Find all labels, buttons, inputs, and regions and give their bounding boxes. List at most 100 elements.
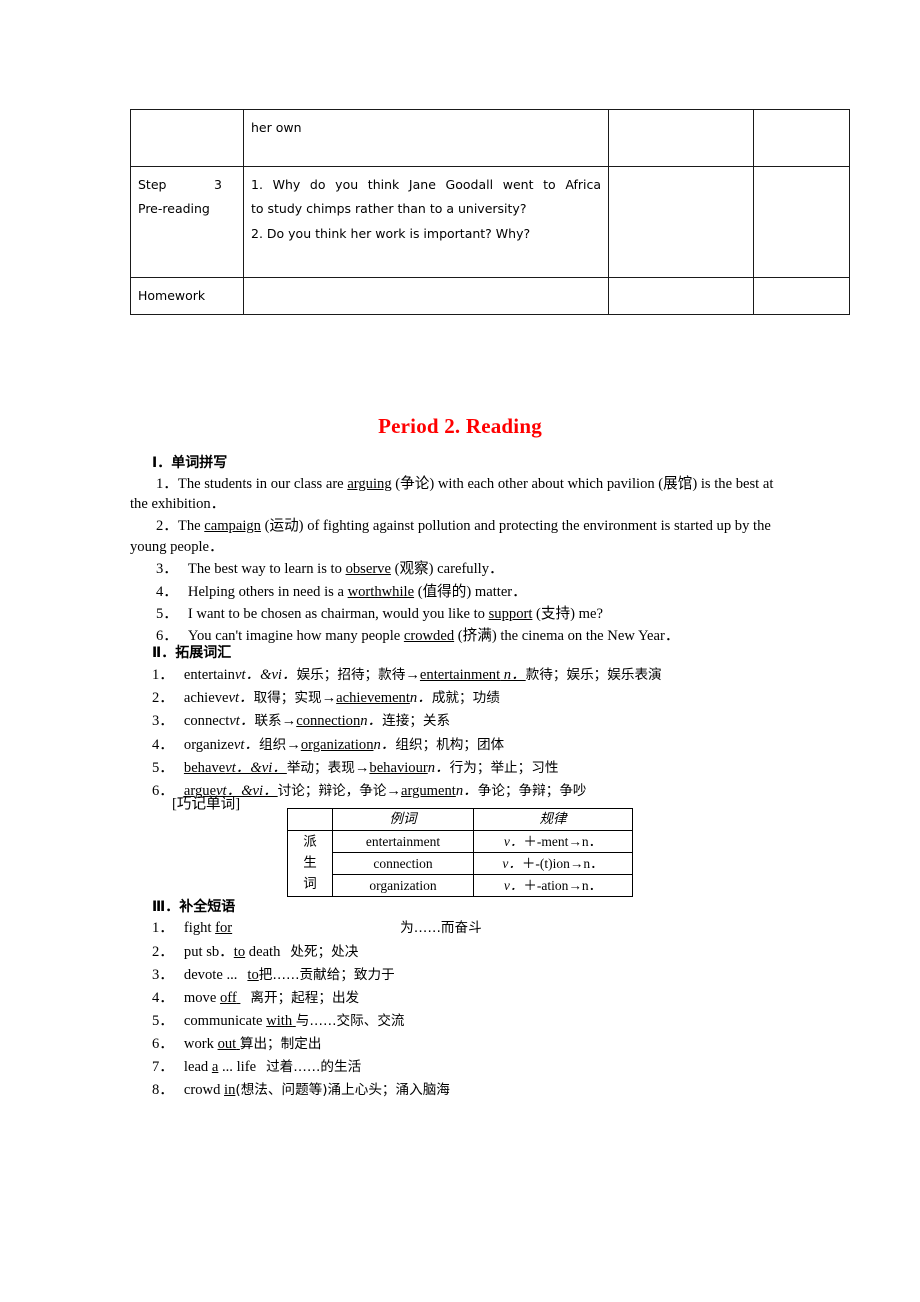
item-pre: I want to be chosen as chairman, would y… xyxy=(187,605,489,622)
phrase-meaning: 离开；起程；出发 xyxy=(250,989,360,1006)
phrase-item: 8． crowd in(想法、问题等)涌上心头；涌入脑海 xyxy=(152,1080,791,1101)
vocab-pos: vt．&vi． xyxy=(234,666,297,683)
vocab-derived-pos: n． xyxy=(373,736,396,753)
vocab-word: organize xyxy=(183,736,234,753)
vocab-meaning: 组织 xyxy=(259,736,287,753)
phrase-answer: out xyxy=(217,1035,237,1052)
step-subtitle: Pre-reading xyxy=(138,201,210,217)
deriv-rule: v．＋-(t)ion→n． xyxy=(473,852,633,875)
step-label-row: Step 3 xyxy=(138,173,222,197)
plan-cell-purpose xyxy=(753,109,850,167)
vocab-derived-meaning: 组织；机构；团体 xyxy=(395,736,505,753)
plan-cell-homework-label: Homework xyxy=(130,276,244,316)
phrase-meaning: 过着……的生活 xyxy=(266,1059,362,1076)
deriv-rule: v．＋-ment→n． xyxy=(473,830,633,853)
lesson-plan-table: her own Step 3 Pre-reading 1. Why do you… xyxy=(130,109,850,316)
mnemonic-label: [巧记单词] xyxy=(172,796,241,812)
phrase-item: 3． devote ... to把……贡献给；致力于 xyxy=(152,965,791,986)
deriv-word: entertainment xyxy=(332,830,474,853)
table-row: organization v．＋-ation→n． xyxy=(288,874,633,897)
table-row: connection v．＋-(t)ion→n． xyxy=(288,852,633,875)
deriv-rule-suffix: ＋-ation→n． xyxy=(523,878,603,893)
item-number: 6． xyxy=(152,1035,174,1052)
plan-cell-content: 1. Why do you think Jane Goodall went to… xyxy=(243,166,609,278)
deriv-rule-suffix: ＋-ment→n． xyxy=(523,834,603,849)
vocab-derived: achievement xyxy=(336,689,410,706)
plan-cell-method xyxy=(608,109,754,167)
plan-cell-content xyxy=(243,276,609,316)
deriv-label-char: 词 xyxy=(303,876,317,892)
vocab-pos: vt． xyxy=(229,713,255,730)
item-post: (支持) me? xyxy=(532,605,603,622)
phrase-pre: crowd xyxy=(183,1082,225,1099)
phrase-pre: put sb． xyxy=(183,943,234,960)
deriv-rule-pos: v． xyxy=(502,856,522,871)
phrase-answer: in xyxy=(224,1082,236,1099)
phrase-answer: to xyxy=(247,966,259,983)
item-number: 1． xyxy=(156,475,178,492)
table-row: Step 3 Pre-reading 1. Why do you think J… xyxy=(130,166,850,278)
vocab-meaning: 联系 xyxy=(254,713,282,730)
section-word-spelling: Ⅰ．单词拼写 1．The students in our class are a… xyxy=(130,452,791,648)
vocab-derived: argument xyxy=(401,783,456,800)
item-answer: campaign xyxy=(204,518,261,535)
vocab-word: achieve xyxy=(183,689,229,706)
phrase-meaning: 与……交际、交流 xyxy=(295,1012,405,1029)
item-number: 7． xyxy=(152,1059,174,1076)
item-pre: The xyxy=(177,518,205,535)
plan-cell-method xyxy=(608,276,754,316)
phrase-meaning: 算出；制定出 xyxy=(239,1035,322,1052)
spelling-item: 3． The best way to learn is to observe (观… xyxy=(130,559,791,580)
item-number: 2． xyxy=(152,943,174,960)
phrase-item: 2． put sb．to death 处死；处决 xyxy=(152,942,791,963)
item-number: 3． xyxy=(156,561,178,578)
phrase-answer: with xyxy=(266,1012,293,1029)
item-number: 4． xyxy=(152,736,174,753)
item-number: 2． xyxy=(152,689,174,706)
vocab-derived-pos: n． xyxy=(455,783,478,800)
vocab-derived-pos: n． xyxy=(427,759,450,776)
deriv-header-example: 例词 xyxy=(332,808,474,831)
vocab-derived: behaviour xyxy=(369,759,428,776)
section-heading-2: Ⅱ．拓展词汇 xyxy=(152,645,232,661)
vocab-derived-meaning: 款待；娱乐；娱乐表演 xyxy=(525,666,662,683)
vocab-derived-meaning: 成就；功绩 xyxy=(431,689,500,706)
section-heading-1: Ⅰ．单词拼写 xyxy=(152,455,228,471)
plan-question-line-2: to study chimps rather than to a univers… xyxy=(251,201,527,217)
vocab-derived-pos: n． xyxy=(409,689,432,706)
page-title: Period 2. Reading xyxy=(378,414,542,438)
spelling-item: 4． Helping others in need is a worthwhile… xyxy=(130,582,791,603)
item-number: 3． xyxy=(152,713,174,730)
plan-cell-content: her own xyxy=(243,109,609,167)
plan-cell-method xyxy=(608,166,754,278)
item-answer: observe xyxy=(345,561,391,578)
item-answer: support xyxy=(488,605,533,622)
arrow-icon: → xyxy=(386,783,402,800)
vocab-meaning: 举动；表现 xyxy=(286,759,355,776)
plan-cell-purpose xyxy=(753,166,850,278)
deriv-word: organization xyxy=(332,874,474,897)
item-number: 2． xyxy=(156,518,178,535)
vocab-meaning: 娱乐；招待；款待 xyxy=(296,666,406,683)
item-answer: arguing xyxy=(347,475,392,492)
vocab-item: 5． behavevt．&vi．举动；表现→behaviourn．行为；举止；习性 xyxy=(152,758,791,779)
phrase-pre: work xyxy=(183,1035,218,1052)
item-number: 4． xyxy=(156,583,178,600)
section-heading-3: Ⅲ．补全短语 xyxy=(152,899,236,915)
phrase-post: death xyxy=(245,943,281,960)
section-complete-phrases: Ⅲ．补全短语 1． fight for 为……而奋斗 2． put sb．to dea… xyxy=(130,896,791,1103)
arrow-icon: → xyxy=(286,736,301,753)
phrase-pre: devote ... xyxy=(183,966,238,983)
phrase-item: 5． communicate with 与……交际、交流 xyxy=(152,1011,791,1032)
vocab-item: 3． connectvt．联系→connectionn．连接；关系 xyxy=(152,711,791,732)
item-answer: worthwhile xyxy=(347,583,415,600)
vocab-item: 4． organizevt．组织→organizationn．组织；机构；团体 xyxy=(152,735,791,756)
deriv-label-char: 生 xyxy=(303,855,317,871)
phrase-answer: off xyxy=(219,989,237,1006)
deriv-header-rule: 规律 xyxy=(473,808,633,831)
item-pre: Helping others in need is a xyxy=(187,583,348,600)
derivation-table: 例词 规律 派 生 词 entertainment v．＋-ment→n． co… xyxy=(287,808,633,897)
arrow-icon: → xyxy=(405,666,420,683)
item-pre: The students in our class are xyxy=(177,475,348,492)
deriv-rule-pos: v． xyxy=(503,878,524,893)
